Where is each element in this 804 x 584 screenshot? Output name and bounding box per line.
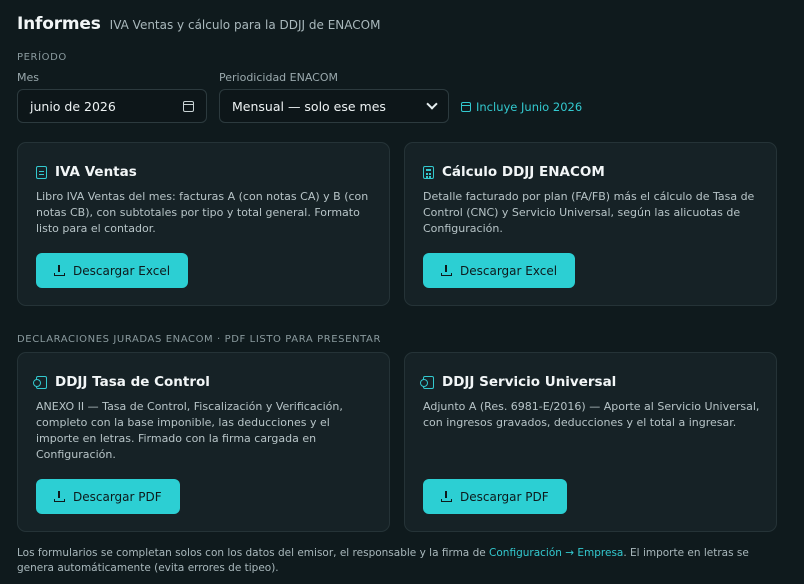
download-pdf-button[interactable]: Descargar PDF — [36, 479, 180, 514]
download-pdf-button[interactable]: Descargar PDF — [423, 479, 567, 514]
document-icon — [36, 165, 47, 179]
card-title: DDJJ Servicio Universal — [442, 374, 617, 390]
signed-document-icon — [420, 375, 434, 389]
download-icon — [441, 491, 452, 502]
card-iva-ventas: IVA Ventas Libro IVA Ventas del mes: fac… — [17, 142, 390, 306]
includes-note: Incluye Junio 2026 — [461, 100, 582, 114]
card-description: Detalle facturado por plan (FA/FB) más e… — [423, 190, 755, 235]
calendar-icon — [461, 102, 471, 112]
periodicity-select[interactable]: Mensual — solo ese mes — [219, 89, 449, 123]
ddjj-section-label: DECLARACIONES JURADAS ENACOM · PDF LISTO… — [17, 334, 382, 345]
calculator-icon — [423, 165, 434, 179]
card-description: Adjunto A (Res. 6981-E/2016) — Aporte al… — [423, 400, 760, 429]
calendar-icon[interactable] — [183, 100, 194, 112]
download-excel-button[interactable]: Descargar Excel — [423, 253, 576, 288]
period-section-label: PERÍODO — [17, 52, 67, 63]
card-ddjj-servicio-universal: DDJJ Servicio Universal Adjunto A (Res. … — [404, 352, 777, 532]
periodicity-value: Mensual — solo ese mes — [232, 98, 386, 114]
card-ddjj-tasa-control: DDJJ Tasa de Control ANEXO II — Tasa de … — [17, 352, 390, 532]
month-input[interactable]: junio de 2026 — [17, 89, 207, 123]
configuracion-empresa-link[interactable]: Configuración → Empresa — [489, 547, 623, 559]
includes-text: Incluye Junio 2026 — [476, 100, 583, 114]
periodicity-label: Periodicidad ENACOM — [219, 71, 339, 84]
signed-document-icon — [33, 375, 47, 389]
month-value: junio de 2026 — [30, 98, 116, 114]
page-header: Informes IVA Ventas y cálculo para la DD… — [17, 14, 380, 34]
card-description: Libro IVA Ventas del mes: facturas A (co… — [36, 190, 369, 235]
download-icon — [54, 265, 65, 276]
page-subtitle: IVA Ventas y cálculo para la DDJJ de ENA… — [109, 18, 381, 32]
card-calculo-ddjj: Cálculo DDJJ ENACOM Detalle facturado po… — [404, 142, 777, 306]
download-icon — [54, 491, 65, 502]
card-description: ANEXO II — Tasa de Control, Fiscalizació… — [36, 400, 343, 461]
footer-note: Los formularios se completan solos con l… — [17, 547, 749, 574]
card-title: IVA Ventas — [55, 164, 137, 180]
card-title: DDJJ Tasa de Control — [55, 374, 210, 390]
chevron-down-icon — [426, 98, 438, 110]
download-excel-button[interactable]: Descargar Excel — [36, 253, 189, 288]
page-title: Informes — [17, 14, 101, 34]
card-title: Cálculo DDJJ ENACOM — [442, 164, 605, 180]
month-label: Mes — [17, 71, 39, 84]
download-icon — [441, 265, 452, 276]
